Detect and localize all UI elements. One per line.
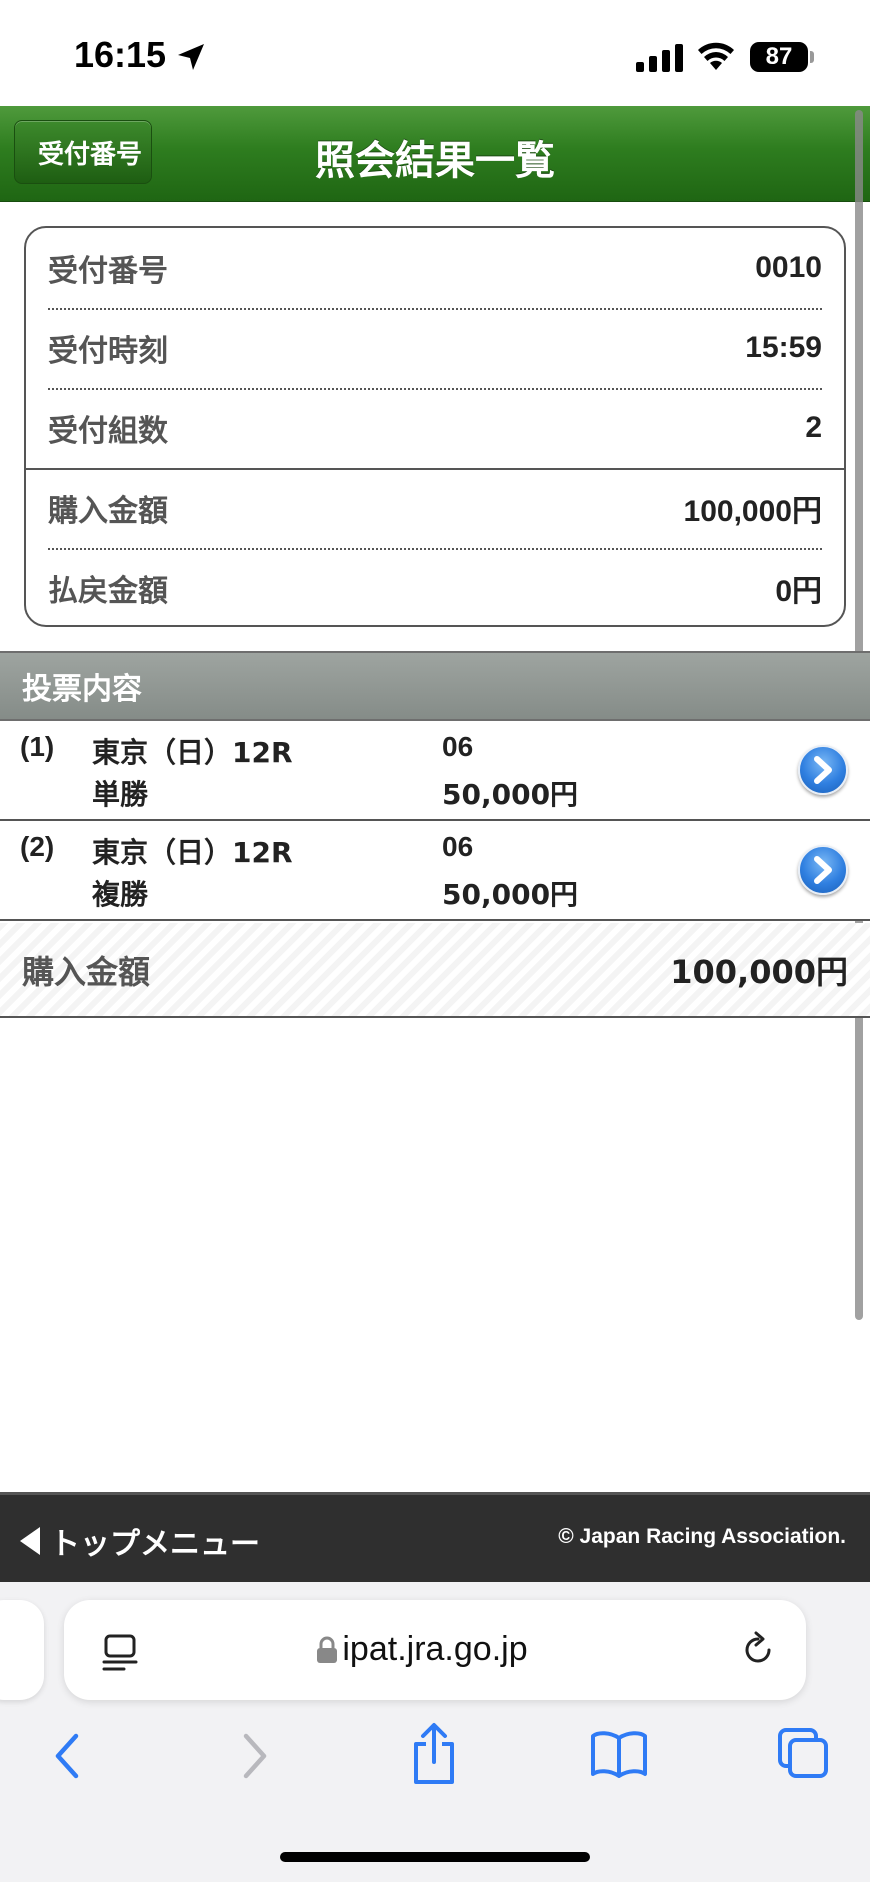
summary-label: 受付番号 bbox=[48, 254, 168, 289]
bet-horse-number: 06 bbox=[442, 731, 474, 762]
triangle-left-icon bbox=[20, 1527, 40, 1555]
summary-row-purchase-amount: 購入金額 100,000円 bbox=[48, 468, 822, 548]
summary-label: 受付組数 bbox=[48, 414, 168, 449]
chevron-right-icon bbox=[814, 756, 832, 784]
total-row: 購入金額 100,000円 bbox=[0, 923, 870, 1018]
cellular-signal-icon bbox=[636, 44, 683, 72]
summary-value: 100,000円 bbox=[683, 495, 822, 528]
summary-card: 受付番号 0010 受付時刻 15:59 受付組数 2 購入金額 100,000… bbox=[24, 226, 846, 627]
footer-bar: トップメニュー © Japan Racing Association. bbox=[0, 1492, 870, 1582]
bet-race: 東京（日）12R bbox=[92, 836, 293, 869]
address-bar[interactable]: ipat.jra.go.jp bbox=[64, 1600, 806, 1700]
top-menu-link[interactable]: トップメニュー bbox=[20, 1519, 260, 1563]
summary-row-set-count: 受付組数 2 bbox=[48, 388, 822, 468]
bet-amount: 50,000円 bbox=[442, 878, 579, 911]
wifi-icon bbox=[698, 42, 734, 70]
chevron-right-icon bbox=[814, 856, 832, 884]
bookmarks-icon[interactable] bbox=[590, 1730, 648, 1778]
summary-value: 15:59 bbox=[745, 331, 822, 364]
browser-chrome: ipat.jra.go.jp bbox=[0, 1582, 870, 1882]
bet-row[interactable]: (1) 東京（日）12R 単勝 06 50,000円 bbox=[0, 721, 870, 821]
summary-value: 0円 bbox=[775, 575, 822, 608]
previous-tab-peek[interactable] bbox=[0, 1600, 44, 1700]
summary-row-receipt-time: 受付時刻 15:59 bbox=[48, 308, 822, 388]
total-value: 100,000円 bbox=[670, 952, 848, 991]
share-icon[interactable] bbox=[408, 1722, 460, 1786]
reload-icon[interactable] bbox=[738, 1630, 778, 1670]
url-text: ipat.jra.go.jp bbox=[342, 1630, 528, 1668]
summary-label: 購入金額 bbox=[48, 494, 168, 529]
summary-value: 0010 bbox=[755, 251, 822, 284]
summary-row-receipt-number: 受付番号 0010 bbox=[48, 228, 822, 308]
copyright-text: © Japan Racing Association. bbox=[558, 1525, 846, 1548]
app-header: 受付番号 照会結果一覧 bbox=[0, 106, 870, 202]
bet-number: (1) bbox=[20, 731, 55, 762]
top-menu-label: トップメニュー bbox=[50, 1527, 260, 1562]
bet-race: 東京（日）12R bbox=[92, 736, 293, 769]
bet-number: (2) bbox=[20, 831, 55, 862]
section-header-vote-contents: 投票内容 bbox=[0, 651, 870, 721]
back-icon[interactable] bbox=[48, 1728, 88, 1784]
forward-icon[interactable] bbox=[234, 1728, 274, 1784]
tabs-icon[interactable] bbox=[776, 1726, 830, 1780]
status-time: 16:15 bbox=[74, 34, 167, 75]
summary-row-payout-amount: 払戻金額 0円 bbox=[48, 548, 822, 628]
summary-label: 受付時刻 bbox=[48, 334, 168, 369]
bet-type: 単勝 bbox=[92, 778, 149, 811]
bet-type: 複勝 bbox=[92, 878, 149, 911]
status-bar: 16:15 87 bbox=[0, 0, 870, 106]
detail-arrow-button[interactable] bbox=[798, 845, 848, 895]
summary-label: 払戻金額 bbox=[48, 574, 168, 609]
total-label: 購入金額 bbox=[22, 952, 151, 991]
battery-tip bbox=[810, 51, 814, 63]
detail-arrow-button[interactable] bbox=[798, 745, 848, 795]
bet-horse-number: 06 bbox=[442, 831, 474, 862]
location-arrow-icon bbox=[178, 44, 204, 70]
back-button-label: 受付番号 bbox=[37, 139, 142, 170]
summary-value: 2 bbox=[805, 411, 822, 444]
battery-indicator: 87 bbox=[750, 42, 808, 72]
bet-amount: 50,000円 bbox=[442, 778, 579, 811]
bet-row[interactable]: (2) 東京（日）12R 複勝 06 50,000円 bbox=[0, 821, 870, 921]
home-indicator bbox=[280, 1852, 590, 1862]
